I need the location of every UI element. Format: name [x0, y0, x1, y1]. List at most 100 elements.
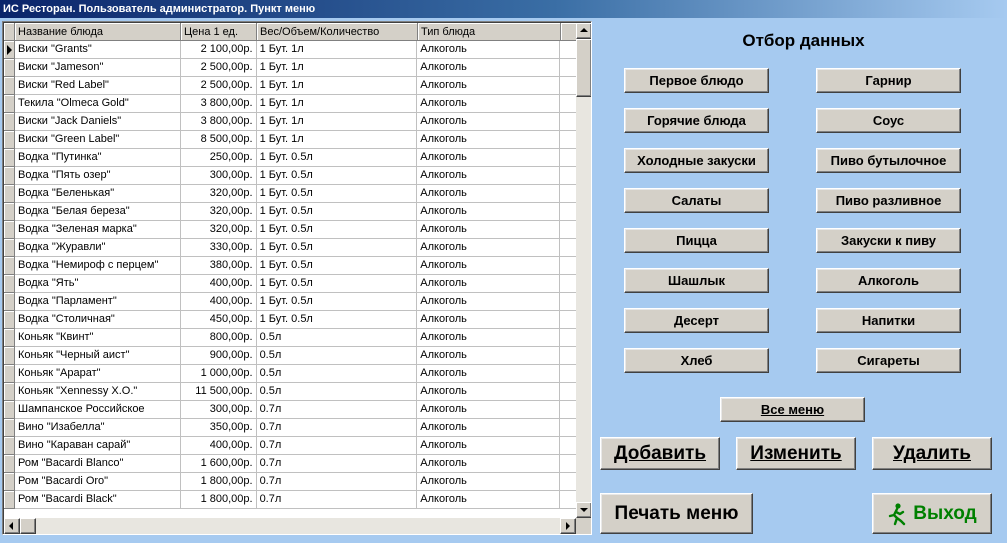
filter-pizza-button[interactable]: Пицца: [624, 228, 769, 253]
row-selector[interactable]: [4, 437, 15, 455]
cell-type[interactable]: Алкоголь: [417, 113, 561, 131]
row-selector[interactable]: [4, 167, 15, 185]
cell-type[interactable]: Алкоголь: [417, 77, 561, 95]
cell-volume[interactable]: 0.7л: [256, 419, 418, 437]
cell-volume[interactable]: 1 Бут. 0.5л: [256, 293, 418, 311]
row-selector[interactable]: [4, 275, 15, 293]
row-selector[interactable]: [4, 239, 15, 257]
cell-price[interactable]: 400,00р.: [180, 293, 257, 311]
cell-volume[interactable]: 1 Бут. 0.5л: [256, 275, 418, 293]
cell-type[interactable]: Алкоголь: [417, 293, 561, 311]
table-row[interactable]: Вино "Изабелла" 350,00р. 0.7л Алкоголь: [4, 419, 576, 437]
column-header-name[interactable]: Название блюда: [15, 23, 181, 41]
cell-price[interactable]: 400,00р.: [180, 437, 257, 455]
cell-name[interactable]: Водка "Путинка": [14, 149, 181, 167]
cell-type[interactable]: Алкоголь: [417, 221, 561, 239]
filter-salads-button[interactable]: Салаты: [624, 188, 769, 213]
cell-price[interactable]: 400,00р.: [180, 275, 257, 293]
table-row[interactable]: Виски "Grants" 2 100,00р. 1 Бут. 1л Алкогол…: [4, 41, 576, 59]
cell-name[interactable]: Водка "Белая береза": [14, 203, 181, 221]
scroll-down-button[interactable]: [576, 502, 591, 518]
cell-name[interactable]: Коньяк "Черный аист": [14, 347, 181, 365]
add-button[interactable]: Добавить: [600, 437, 720, 470]
row-selector[interactable]: [4, 59, 15, 77]
table-row[interactable]: Коньяк "Черный аист" 900,00р. 0.5л Алкоголь: [4, 347, 576, 365]
current-row-indicator[interactable]: [4, 41, 15, 59]
cell-name[interactable]: Водка "Ять": [14, 275, 181, 293]
cell-volume[interactable]: 1 Бут. 0.5л: [256, 221, 418, 239]
cell-price[interactable]: 300,00р.: [180, 401, 257, 419]
cell-price[interactable]: 3 800,00р.: [180, 113, 257, 131]
cell-volume[interactable]: 1 Бут. 0.5л: [256, 167, 418, 185]
cell-name[interactable]: Шампанское Российское: [14, 401, 181, 419]
row-selector[interactable]: [4, 491, 15, 509]
table-row[interactable]: Водка "Парламент" 400,00р. 1 Бут. 0.5л Алко…: [4, 293, 576, 311]
cell-volume[interactable]: 1 Бут. 0.5л: [256, 311, 418, 329]
filter-sauce-button[interactable]: Соус: [816, 108, 961, 133]
table-row[interactable]: Водка "Зеленая марка" 320,00р. 1 Бут. 0.5л…: [4, 221, 576, 239]
table-row[interactable]: Ром "Bacardi Black" 1 800,00р. 0.7л Алкогол…: [4, 491, 576, 509]
table-row[interactable]: Водка "Белая береза" 320,00р. 1 Бут. 0.5л А…: [4, 203, 576, 221]
cell-volume[interactable]: 1 Бут. 0.5л: [256, 185, 418, 203]
vertical-scroll-thumb[interactable]: [576, 39, 591, 97]
cell-type[interactable]: Алкоголь: [417, 275, 561, 293]
cell-name[interactable]: Виски "Red Label": [14, 77, 181, 95]
table-row[interactable]: Коньяк "Xennessy X.O." 11 500,00р. 0.5л Алк…: [4, 383, 576, 401]
cell-price[interactable]: 2 500,00р.: [180, 77, 257, 95]
table-row[interactable]: Виски "Red Label" 2 500,00р. 1 Бут. 1л Алко…: [4, 77, 576, 95]
all-menu-button[interactable]: Все меню: [720, 397, 865, 422]
filter-drinks-button[interactable]: Напитки: [816, 308, 961, 333]
row-selector[interactable]: [4, 311, 15, 329]
cell-type[interactable]: Алкоголь: [417, 59, 561, 77]
cell-volume[interactable]: 1 Бут. 0.5л: [256, 149, 418, 167]
cell-type[interactable]: Алкоголь: [417, 95, 561, 113]
edit-button[interactable]: Изменить: [736, 437, 856, 470]
cell-name[interactable]: Коньяк "Арарат": [14, 365, 181, 383]
column-header-volume[interactable]: Вес/Объем/Количество: [257, 23, 418, 41]
table-row[interactable]: Водка "Столичная" 450,00р. 1 Бут. 0.5л Алко…: [4, 311, 576, 329]
cell-volume[interactable]: 0.7л: [256, 491, 418, 509]
filter-cigarettes-button[interactable]: Сигареты: [816, 348, 961, 373]
cell-price[interactable]: 2 500,00р.: [180, 59, 257, 77]
table-row[interactable]: Вино "Караван сарай" 400,00р. 0.7л Алкоголь: [4, 437, 576, 455]
row-selector[interactable]: [4, 473, 15, 491]
row-selector[interactable]: [4, 221, 15, 239]
table-row[interactable]: Коньяк "Арарат" 1 000,00р. 0.5л Алкоголь: [4, 365, 576, 383]
filter-bread-button[interactable]: Хлеб: [624, 348, 769, 373]
cell-type[interactable]: Алкоголь: [417, 365, 561, 383]
cell-type[interactable]: Алкоголь: [417, 329, 561, 347]
column-header-price[interactable]: Цена 1 ед.: [181, 23, 257, 41]
cell-volume[interactable]: 1 Бут. 1л: [256, 59, 418, 77]
cell-type[interactable]: Алкоголь: [417, 167, 561, 185]
cell-name[interactable]: Вино "Караван сарай": [14, 437, 181, 455]
filter-side-dish-button[interactable]: Гарнир: [816, 68, 961, 93]
cell-name[interactable]: Водка "Зеленая марка": [14, 221, 181, 239]
cell-type[interactable]: Алкоголь: [417, 131, 561, 149]
cell-type[interactable]: Алкоголь: [417, 455, 561, 473]
cell-volume[interactable]: 0.5л: [256, 329, 418, 347]
cell-price[interactable]: 320,00р.: [180, 203, 257, 221]
cell-volume[interactable]: 1 Бут. 1л: [256, 113, 418, 131]
cell-volume[interactable]: 0.7л: [256, 437, 418, 455]
cell-type[interactable]: Алкоголь: [417, 41, 561, 59]
table-row[interactable]: Водка "Путинка" 250,00р. 1 Бут. 0.5л Алкого…: [4, 149, 576, 167]
cell-price[interactable]: 380,00р.: [180, 257, 257, 275]
cell-name[interactable]: Виски "Jack Daniels": [14, 113, 181, 131]
table-row[interactable]: Водка "Немироф с перцем" 380,00р. 1 Бут. 0…: [4, 257, 576, 275]
table-row[interactable]: Водка "Журавли" 330,00р. 1 Бут. 0.5л Алкого…: [4, 239, 576, 257]
cell-name[interactable]: Виски "Grants": [14, 41, 181, 59]
cell-volume[interactable]: 0.7л: [256, 473, 418, 491]
cell-type[interactable]: Алкоголь: [417, 347, 561, 365]
filter-beer-snacks-button[interactable]: Закуски к пиву: [816, 228, 961, 253]
cell-name[interactable]: Ром "Bacardi Black": [14, 491, 181, 509]
cell-price[interactable]: 800,00р.: [180, 329, 257, 347]
scroll-right-button[interactable]: [560, 518, 576, 534]
table-row[interactable]: Водка "Пять озер" 300,00р. 1 Бут. 0.5л Алко…: [4, 167, 576, 185]
cell-volume[interactable]: 1 Бут. 1л: [256, 77, 418, 95]
cell-name[interactable]: Текила "Olmeca Gold": [14, 95, 181, 113]
filter-hot-dishes-button[interactable]: Горячие блюда: [624, 108, 769, 133]
cell-price[interactable]: 330,00р.: [180, 239, 257, 257]
cell-type[interactable]: Алкоголь: [417, 149, 561, 167]
row-selector[interactable]: [4, 347, 15, 365]
row-selector[interactable]: [4, 293, 15, 311]
